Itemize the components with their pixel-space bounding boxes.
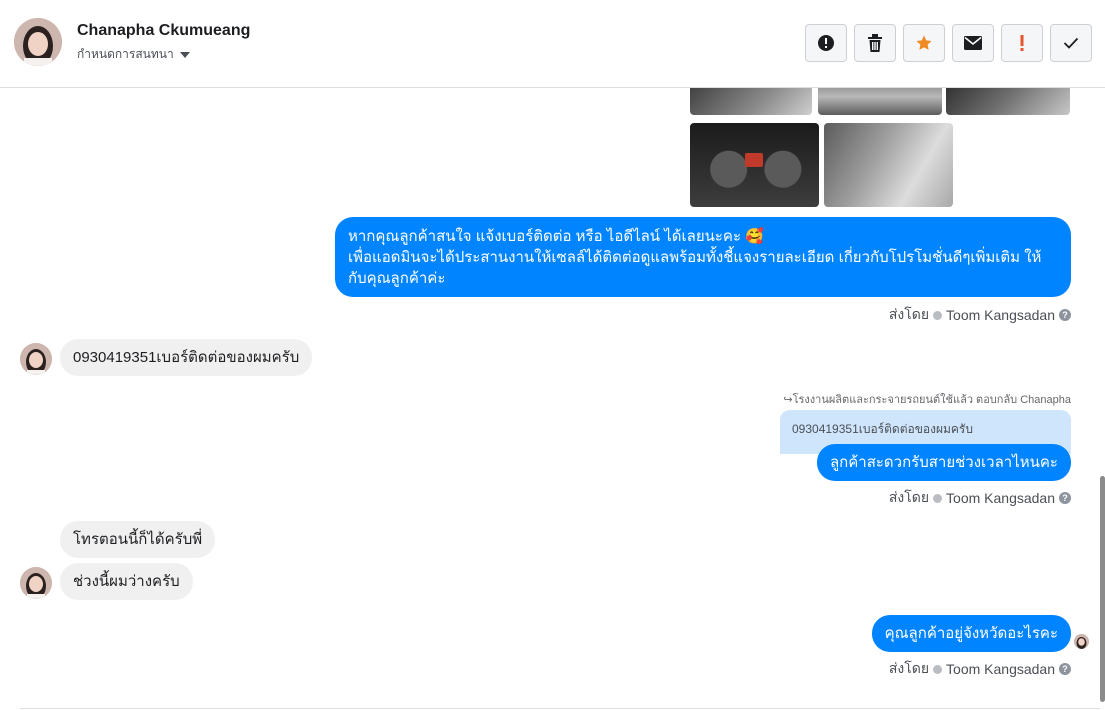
- incoming-message[interactable]: โทรตอนนี้ก็ได้ครับพี่: [60, 521, 216, 558]
- star-button[interactable]: [903, 24, 945, 62]
- check-icon: [1063, 37, 1079, 49]
- outgoing-message[interactable]: ลูกค้าสะดวกรับสายช่วงเวลาไหนคะ: [816, 444, 1071, 481]
- scrollbar[interactable]: [1100, 476, 1105, 702]
- sent-by-prefix: ส่งโดย: [888, 306, 930, 322]
- done-button[interactable]: [1050, 24, 1092, 62]
- sent-by-agent: Toom Kangsadan: [946, 490, 1055, 506]
- conversation-toolbar: [805, 24, 1092, 62]
- contact-avatar[interactable]: [20, 567, 52, 599]
- conversation-header: Chanapha Ckumueang กำหนดการสนทนา: [0, 0, 1105, 88]
- caret-down-icon: [179, 51, 190, 58]
- star-icon: [916, 35, 932, 50]
- reply-note: ↪โรงงานผลิตและกระจายรถยนต์ใช้แล้ว ตอบกลั…: [783, 394, 1071, 406]
- incoming-message[interactable]: ช่วงนี้ผมว่างครับ: [60, 563, 193, 600]
- incoming-message[interactable]: 0930419351เบอร์ติดต่อของผมครับ: [60, 339, 313, 376]
- mark-unread-button[interactable]: [952, 24, 994, 62]
- sent-by-label: ส่งโดย Toom Kangsadan ?: [889, 487, 1071, 509]
- outgoing-message[interactable]: คุณลูกค้าอยู่จังหวัดอะไรคะ: [871, 615, 1071, 652]
- sent-by-agent: Toom Kangsadan: [946, 661, 1055, 677]
- trash-icon: [868, 34, 882, 52]
- delete-button[interactable]: [854, 24, 896, 62]
- message-text: กับคุณลูกค้าค่ะ: [348, 270, 446, 287]
- assign-conversation-dropdown[interactable]: กำหนดการสนทนา: [77, 45, 190, 64]
- photo-attachment[interactable]: [946, 88, 1070, 115]
- composer-divider: [20, 708, 1100, 709]
- outgoing-message[interactable]: หากคุณลูกค้าสนใจ แจ้งเบอร์ติดต่อ หรือ ไอ…: [335, 217, 1071, 297]
- envelope-icon: [964, 36, 982, 50]
- sent-by-agent: Toom Kangsadan: [946, 307, 1055, 323]
- photo-attachment[interactable]: [690, 123, 819, 207]
- spam-button[interactable]: [805, 24, 847, 62]
- sent-by-label: ส่งโดย Toom Kangsadan ?: [889, 304, 1071, 326]
- photo-attachment[interactable]: [690, 88, 812, 115]
- sent-by-label: ส่งโดย Toom Kangsadan ?: [889, 658, 1071, 680]
- seen-avatar: [1074, 634, 1089, 649]
- assign-conversation-label: กำหนดการสนทนา: [77, 47, 174, 61]
- photo-attachment[interactable]: [818, 88, 942, 115]
- sent-by-prefix: ส่งโดย: [888, 489, 930, 505]
- help-icon[interactable]: ?: [1059, 309, 1071, 321]
- contact-avatar[interactable]: [14, 18, 62, 66]
- exclamation-icon: [1020, 35, 1024, 51]
- help-icon[interactable]: ?: [1059, 492, 1071, 504]
- contact-avatar[interactable]: [20, 343, 52, 375]
- check-circle-icon: [933, 310, 943, 320]
- message-text: หากคุณลูกค้าสนใจ แจ้งเบอร์ติดต่อ หรือ ไอ…: [348, 228, 764, 245]
- check-circle-icon: [933, 664, 943, 674]
- help-icon[interactable]: ?: [1059, 663, 1071, 675]
- sent-by-prefix: ส่งโดย: [888, 660, 930, 676]
- contact-name[interactable]: Chanapha Ckumueang: [77, 22, 250, 40]
- exclamation-circle-icon: [818, 35, 834, 51]
- check-circle-icon: [933, 493, 943, 503]
- follow-up-button[interactable]: [1001, 24, 1043, 62]
- message-text: เพื่อแอดมินจะได้ประสานงานให้เซลล์ได้ติดต…: [348, 249, 1042, 266]
- photo-attachment[interactable]: [824, 123, 953, 207]
- message-thread[interactable]: หากคุณลูกค้าสนใจ แจ้งเบอร์ติดต่อ หรือ ไอ…: [0, 88, 1105, 710]
